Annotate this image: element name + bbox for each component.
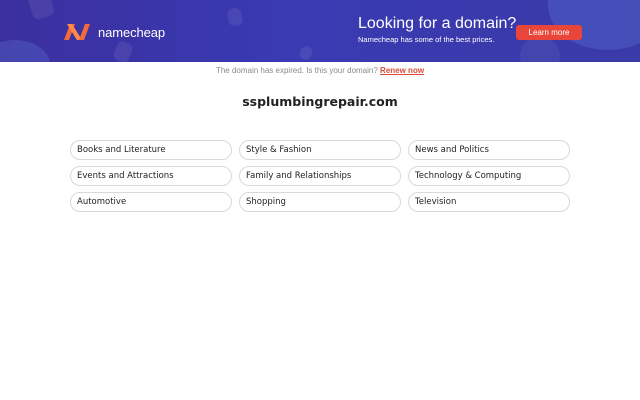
category-link[interactable]: Automotive [70,192,232,212]
category-link[interactable]: Family and Relationships [239,166,401,186]
expired-notice-text: The domain has expired. Is this your dom… [215,66,378,75]
expired-notice: The domain has expired. Is this your dom… [0,66,640,75]
category-link[interactable]: Television [408,192,570,212]
decorative-shape [26,0,56,21]
learn-more-button[interactable]: Learn more [516,25,582,40]
category-link[interactable]: News and Politics [408,140,570,160]
decorative-shape [297,43,315,62]
category-link[interactable]: Books and Literature [70,140,232,160]
namecheap-logo-icon [64,24,90,40]
category-link[interactable]: Style & Fashion [239,140,401,160]
decorative-shape [226,6,244,28]
category-grid: Books and Literature Style & Fashion New… [70,140,570,212]
renew-now-link[interactable]: Renew now [380,66,424,75]
promo-banner: namecheap Looking for a domain? Namechea… [0,0,640,62]
namecheap-logo[interactable]: namecheap [62,20,165,44]
promo-title: Looking for a domain? [358,15,517,32]
domain-name: ssplumbingrepair.com [242,94,398,109]
decorative-circle [0,40,50,62]
category-link[interactable]: Shopping [239,192,401,212]
category-link[interactable]: Events and Attractions [70,166,232,186]
promo-subtitle: Namecheap has some of the best prices. [358,35,495,44]
logo-text: namecheap [98,24,166,40]
category-link[interactable]: Technology & Computing [408,166,570,186]
